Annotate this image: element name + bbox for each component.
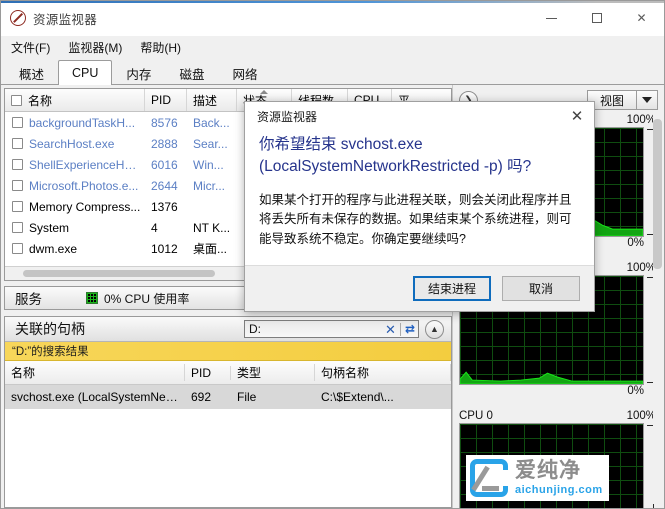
watermark-cn: 爱纯净 [515,459,581,482]
tab-cpu[interactable]: CPU [58,60,113,85]
tab-overview[interactable]: 概述 [5,61,58,84]
aichunjing-logo-icon [470,459,510,497]
dialog-title: 资源监视器 [257,109,318,124]
close-icon[interactable]: ✕ [560,102,594,130]
dialog-title-bar: 资源监视器 ✕ [245,102,594,130]
end-process-dialog: 资源监视器 ✕ 你希望结束 svchost.exe (LocalSystemNe… [244,101,595,313]
dialog-body: 你希望结束 svchost.exe (LocalSystemNetworkRes… [245,130,594,265]
dialog-message: 如果某个打开的程序与此进程关联，则会关闭此程序并且将丢失所有未保存的数据。如果结… [259,192,572,246]
cancel-button[interactable]: 取消 [502,276,580,302]
watermark-text: 爱纯净 aichunjing.com [515,460,603,496]
dialog-heading: 你希望结束 svchost.exe (LocalSystemNetworkRes… [259,136,532,176]
tab-disk[interactable]: 磁盘 [165,61,218,84]
watermark: 爱纯净 aichunjing.com [466,455,609,501]
tab-network[interactable]: 网络 [218,61,271,84]
dialog-footer: 结束进程 取消 [245,265,594,312]
end-process-button[interactable]: 结束进程 [413,276,491,302]
tab-memory[interactable]: 内存 [112,61,165,84]
tab-bar: 概述 CPU 内存 磁盘 网络 [1,58,664,85]
watermark-en: aichunjing.com [515,484,603,496]
